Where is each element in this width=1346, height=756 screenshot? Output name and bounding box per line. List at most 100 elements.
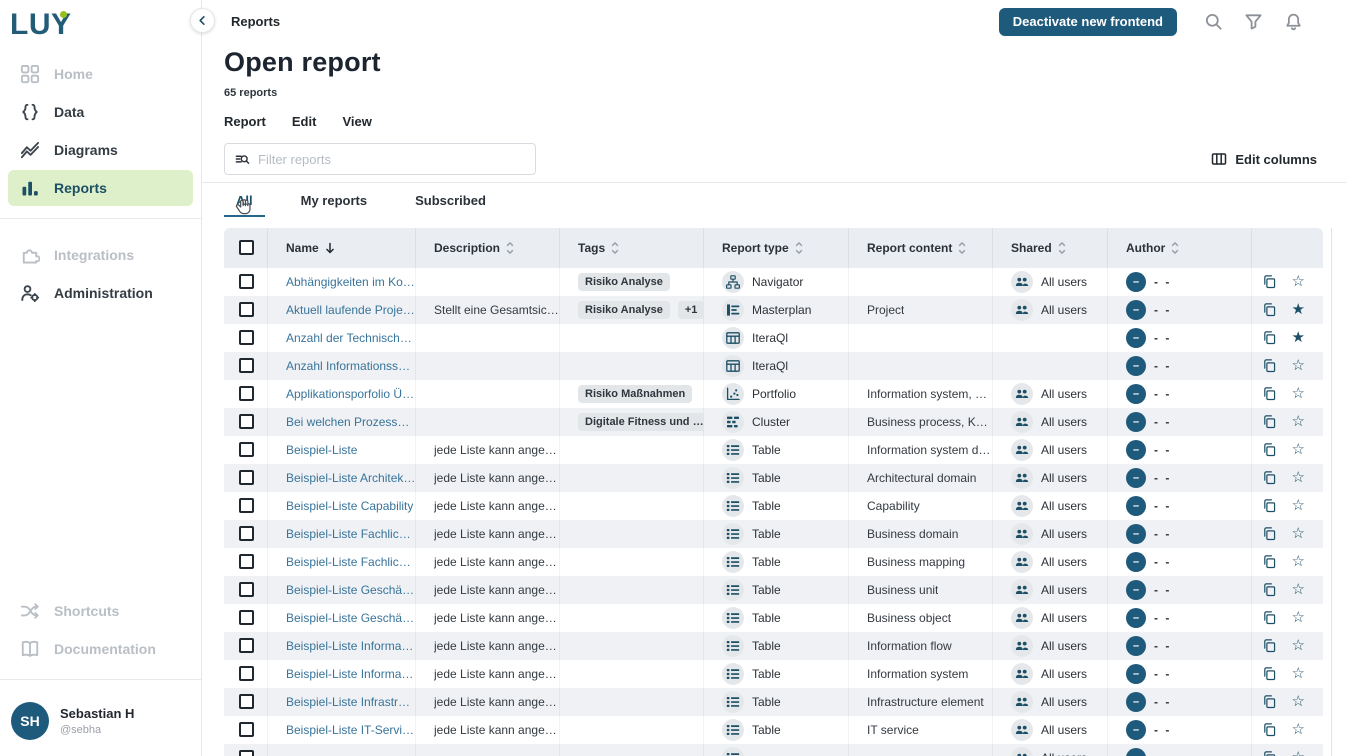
star-filled-icon[interactable]: ★ [1292, 302, 1305, 317]
report-name-link[interactable]: Applikationsporfolio Ü… [286, 387, 414, 401]
filter-input[interactable] [256, 151, 525, 168]
copy-icon[interactable] [1262, 442, 1277, 457]
star-outline-icon[interactable]: ☆ [1292, 386, 1305, 401]
menu-view[interactable]: View [342, 114, 371, 129]
copy-icon[interactable] [1262, 302, 1277, 317]
tag-chip[interactable]: Digitale Fitness und … [578, 413, 704, 431]
notifications-bell-icon[interactable] [1284, 12, 1303, 31]
menu-edit[interactable]: Edit [292, 114, 317, 129]
report-name-link[interactable]: Beispiel-Liste Capability [286, 499, 413, 513]
star-outline-icon[interactable]: ☆ [1292, 358, 1305, 373]
star-filled-icon[interactable]: ★ [1292, 330, 1305, 345]
row-checkbox[interactable] [239, 274, 254, 289]
tab-all[interactable]: All [224, 183, 265, 217]
copy-icon[interactable] [1262, 358, 1277, 373]
report-name-link[interactable]: Anzahl der Technische… [286, 331, 416, 345]
copy-icon[interactable] [1262, 554, 1277, 569]
star-outline-icon[interactable]: ☆ [1292, 694, 1305, 709]
tag-chip[interactable]: Risiko Analyse [578, 301, 670, 319]
tag-chip[interactable]: Risiko Maßnahmen [578, 385, 692, 403]
column-header-name[interactable]: Name [268, 228, 416, 268]
user-panel[interactable]: SH Sebastian H @sebha [0, 690, 201, 756]
copy-icon[interactable] [1262, 414, 1277, 429]
report-name-link[interactable]: Beispiel-Liste Architekt… [286, 471, 416, 485]
sidebar-item-reports[interactable]: Reports [8, 170, 193, 206]
row-checkbox[interactable] [239, 750, 254, 756]
copy-icon[interactable] [1262, 526, 1277, 541]
row-checkbox[interactable] [239, 666, 254, 681]
column-header-shared[interactable]: Shared [993, 228, 1108, 268]
copy-icon[interactable] [1262, 274, 1277, 289]
row-checkbox[interactable] [239, 610, 254, 625]
star-outline-icon[interactable]: ☆ [1292, 274, 1305, 289]
column-header-description[interactable]: Description [416, 228, 560, 268]
sidebar-item-documentation[interactable]: Documentation [8, 631, 193, 667]
copy-icon[interactable] [1262, 582, 1277, 597]
select-all-checkbox[interactable] [239, 240, 254, 255]
row-checkbox[interactable] [239, 694, 254, 709]
copy-icon[interactable] [1262, 498, 1277, 513]
row-checkbox[interactable] [239, 442, 254, 457]
report-name-link[interactable]: Beispiel-Liste Geschäft… [286, 583, 416, 597]
copy-icon[interactable] [1262, 638, 1277, 653]
sidebar-collapse-button[interactable] [190, 8, 215, 33]
menu-report[interactable]: Report [224, 114, 266, 129]
sidebar-item-shortcuts[interactable]: Shortcuts [8, 593, 193, 629]
report-name-link[interactable]: Anzahl Informationssy… [286, 359, 416, 373]
filter-icon[interactable] [1244, 12, 1263, 31]
row-checkbox[interactable] [239, 414, 254, 429]
column-header-tags[interactable]: Tags [560, 228, 704, 268]
sidebar-item-home[interactable]: Home [8, 56, 193, 92]
sidebar-item-data[interactable]: Data [8, 94, 193, 130]
report-name-link[interactable]: Beispiel-Liste IT-Servic… [286, 723, 416, 737]
star-outline-icon[interactable]: ☆ [1292, 442, 1305, 457]
star-outline-icon[interactable]: ☆ [1292, 750, 1305, 756]
report-name-link[interactable]: Beispiel-Liste [286, 443, 357, 457]
report-name-link[interactable]: Bei welchen Prozessen… [286, 415, 416, 429]
star-outline-icon[interactable]: ☆ [1292, 666, 1305, 681]
star-outline-icon[interactable]: ☆ [1292, 498, 1305, 513]
tab-my-reports[interactable]: My reports [289, 183, 379, 217]
column-header-report-content[interactable]: Report content [849, 228, 993, 268]
edit-columns-button[interactable]: Edit columns [1205, 150, 1323, 168]
row-checkbox[interactable] [239, 526, 254, 541]
scrollbar-track[interactable] [1331, 228, 1332, 756]
row-checkbox[interactable] [239, 498, 254, 513]
star-outline-icon[interactable]: ☆ [1292, 582, 1305, 597]
star-outline-icon[interactable]: ☆ [1292, 610, 1305, 625]
report-name-link[interactable]: Beispiel-Liste Fachlich… [286, 555, 416, 569]
sidebar-item-integrations[interactable]: Integrations [8, 237, 193, 273]
sidebar-item-administration[interactable]: Administration [8, 275, 193, 311]
report-name-link[interactable]: Beispiel-Liste Informati… [286, 667, 416, 681]
copy-icon[interactable] [1262, 610, 1277, 625]
copy-icon[interactable] [1262, 750, 1277, 756]
star-outline-icon[interactable]: ☆ [1292, 722, 1305, 737]
tag-chip[interactable]: Risiko Analyse [578, 273, 670, 291]
tab-subscribed[interactable]: Subscribed [403, 183, 498, 217]
row-checkbox[interactable] [239, 302, 254, 317]
row-checkbox[interactable] [239, 582, 254, 597]
report-name-link[interactable]: Beispiel-Liste Informati… [286, 639, 416, 653]
copy-icon[interactable] [1262, 694, 1277, 709]
row-checkbox[interactable] [239, 358, 254, 373]
star-outline-icon[interactable]: ☆ [1292, 638, 1305, 653]
column-header-report-type[interactable]: Report type [704, 228, 849, 268]
sidebar-item-diagrams[interactable]: Diagrams [8, 132, 193, 168]
row-checkbox[interactable] [239, 386, 254, 401]
row-checkbox[interactable] [239, 330, 254, 345]
deactivate-frontend-button[interactable]: Deactivate new frontend [999, 8, 1177, 36]
report-name-link[interactable]: Aktuell laufende Projek… [286, 303, 416, 317]
row-checkbox[interactable] [239, 554, 254, 569]
report-name-link[interactable]: Beispiel-Liste Geschäft… [286, 611, 416, 625]
star-outline-icon[interactable]: ☆ [1292, 414, 1305, 429]
copy-icon[interactable] [1262, 330, 1277, 345]
row-checkbox[interactable] [239, 638, 254, 653]
column-header-author[interactable]: Author [1108, 228, 1252, 268]
row-checkbox[interactable] [239, 470, 254, 485]
search-icon[interactable] [1204, 12, 1223, 31]
copy-icon[interactable] [1262, 666, 1277, 681]
star-outline-icon[interactable]: ☆ [1292, 470, 1305, 485]
report-name-link[interactable]: Beispiel-Liste Fachlich… [286, 527, 416, 541]
copy-icon[interactable] [1262, 722, 1277, 737]
report-name-link[interactable]: Abhängigkeiten im Kon… [286, 275, 416, 289]
